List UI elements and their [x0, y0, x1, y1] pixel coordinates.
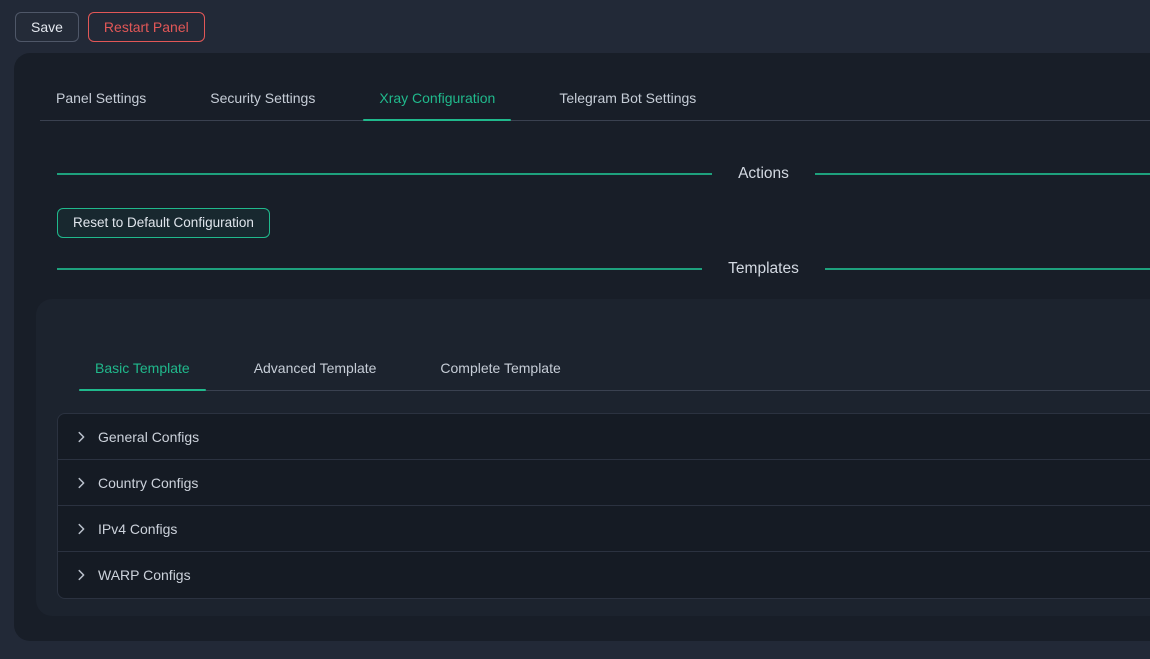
chevron-right-icon: [74, 430, 88, 444]
chevron-right-icon: [74, 476, 88, 490]
divider-line: [825, 268, 1150, 270]
tab-xray-configuration[interactable]: Xray Configuration: [363, 76, 511, 120]
tab-panel-settings[interactable]: Panel Settings: [40, 76, 162, 120]
topbar: Save Restart Panel: [0, 0, 1150, 53]
divider-line: [57, 173, 712, 175]
template-tab-bar: Basic Template Advanced Template Complet…: [79, 346, 1150, 391]
templates-divider: Templates: [57, 257, 1150, 281]
settings-card: Panel Settings Security Settings Xray Co…: [14, 53, 1150, 641]
tab-complete-template[interactable]: Complete Template: [424, 346, 576, 390]
accordion-warp-configs[interactable]: WARP Configs: [58, 552, 1150, 598]
actions-divider: Actions: [57, 162, 1150, 186]
divider-line: [57, 268, 702, 270]
tab-basic-template[interactable]: Basic Template: [79, 346, 206, 390]
accordion-country-configs[interactable]: Country Configs: [58, 460, 1150, 506]
config-accordion: General Configs Country Configs IPv4 Con…: [57, 413, 1150, 599]
accordion-label: WARP Configs: [98, 567, 191, 583]
accordion-ipv4-configs[interactable]: IPv4 Configs: [58, 506, 1150, 552]
tab-advanced-template[interactable]: Advanced Template: [238, 346, 393, 390]
chevron-right-icon: [74, 568, 88, 582]
reset-default-config-button[interactable]: Reset to Default Configuration: [57, 208, 270, 238]
tab-security-settings[interactable]: Security Settings: [194, 76, 331, 120]
settings-tab-bar: Panel Settings Security Settings Xray Co…: [40, 76, 1150, 121]
templates-divider-label: Templates: [702, 260, 825, 278]
restart-panel-button[interactable]: Restart Panel: [88, 12, 205, 42]
accordion-label: General Configs: [98, 429, 199, 445]
accordion-general-configs[interactable]: General Configs: [58, 414, 1150, 460]
accordion-label: Country Configs: [98, 475, 198, 491]
accordion-label: IPv4 Configs: [98, 521, 177, 537]
actions-divider-label: Actions: [712, 165, 815, 183]
chevron-right-icon: [74, 522, 88, 536]
divider-line: [815, 173, 1150, 175]
save-button[interactable]: Save: [15, 12, 79, 42]
tab-telegram-bot-settings[interactable]: Telegram Bot Settings: [543, 76, 712, 120]
templates-card: Basic Template Advanced Template Complet…: [36, 299, 1150, 616]
